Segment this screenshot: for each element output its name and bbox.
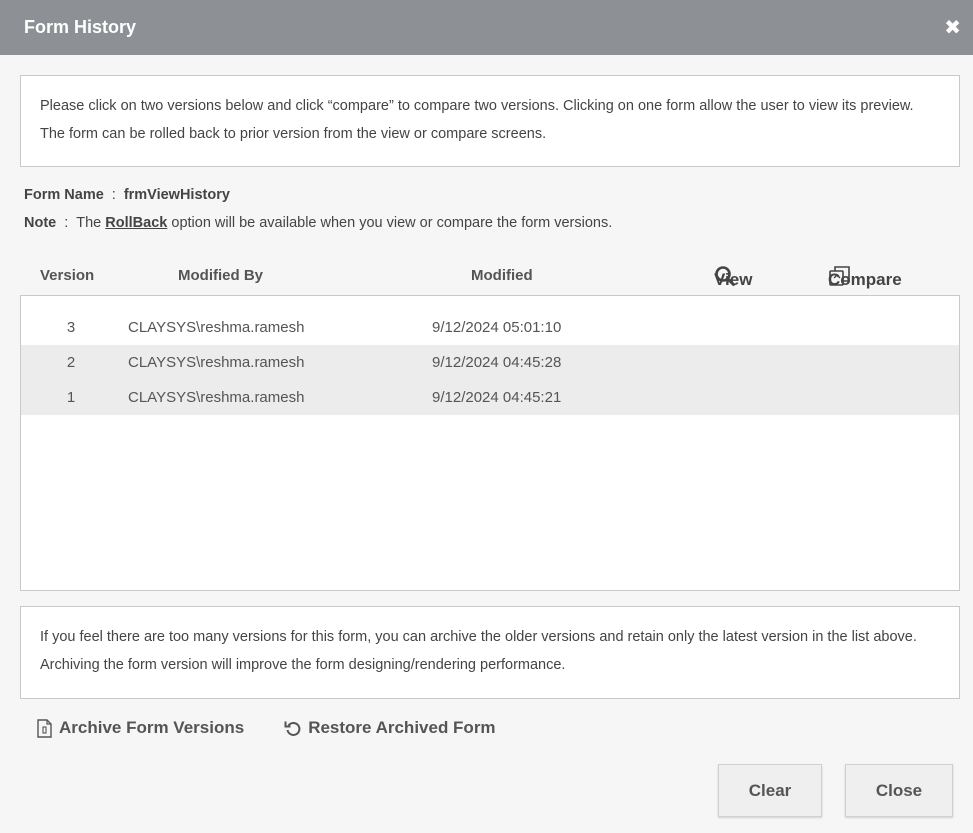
form-name-row: Form Name: frmViewHistory (24, 187, 230, 203)
close-icon[interactable]: ✖ (944, 18, 961, 38)
dialog-title: Form History (24, 17, 137, 37)
rollback-link: RollBack (105, 215, 168, 231)
header-modified-by: Modified By (178, 267, 263, 284)
header-version: Version (40, 267, 95, 284)
versions-list: 3 CLAYSYS\reshma.ramesh 9/12/2024 05:01:… (20, 295, 960, 591)
clear-button[interactable]: Clear (718, 764, 822, 817)
note-separator: : (64, 215, 69, 231)
archive-file-icon (37, 718, 52, 738)
header-modified: Modified (471, 267, 533, 284)
instructions-panel: Please click on two versions below and c… (20, 75, 960, 167)
modified-cell: 9/12/2024 04:45:28 (432, 354, 562, 371)
table-row[interactable]: 3 CLAYSYS\reshma.ramesh 9/12/2024 05:01:… (21, 310, 959, 345)
version-cell: 1 (66, 389, 76, 406)
note-label: Note (24, 215, 57, 231)
close-button[interactable]: Close (845, 764, 953, 817)
table-header: Version Modified By Modified View Compar… (20, 262, 960, 292)
archive-actions: Archive Form Versions Restore Archived F… (36, 718, 496, 738)
archive-form-versions-link[interactable]: Archive Form Versions (36, 718, 244, 738)
archive-info-text: If you feel there are too many versions … (40, 629, 917, 673)
restore-archived-form-link[interactable]: Restore Archived Form (284, 718, 496, 738)
undo-icon (284, 721, 301, 736)
view-label: View (714, 270, 753, 289)
dialog-titlebar: Form History ✖ (0, 0, 973, 55)
modified-by-cell: CLAYSYS\reshma.ramesh (128, 354, 305, 371)
note-row: Note: The RollBack option will be availab… (24, 215, 612, 231)
modified-by-cell: CLAYSYS\reshma.ramesh (128, 319, 305, 336)
version-cell: 3 (66, 319, 76, 336)
note-prefix: The (76, 215, 102, 231)
compare-button[interactable]: Compare (828, 265, 902, 289)
compare-label: Compare (828, 270, 902, 289)
form-name-separator: : (111, 187, 116, 203)
modified-cell: 9/12/2024 05:01:10 (432, 319, 562, 336)
archive-label: Archive Form Versions (59, 718, 245, 737)
restore-label: Restore Archived Form (308, 718, 496, 737)
form-name-label: Form Name (24, 187, 104, 203)
table-row[interactable]: 2 CLAYSYS\reshma.ramesh 9/12/2024 04:45:… (21, 345, 959, 380)
archive-info-panel: If you feel there are too many versions … (20, 606, 960, 699)
view-button[interactable]: View (714, 265, 752, 289)
table-row[interactable]: 1 CLAYSYS\reshma.ramesh 9/12/2024 04:45:… (21, 380, 959, 415)
modified-by-cell: CLAYSYS\reshma.ramesh (128, 389, 305, 406)
instructions-text: Please click on two versions below and c… (40, 98, 914, 142)
version-cell: 2 (66, 354, 76, 371)
modified-cell: 9/12/2024 04:45:21 (432, 389, 562, 406)
note-suffix: option will be available when you view o… (171, 215, 613, 231)
form-name-value: frmViewHistory (123, 187, 230, 203)
